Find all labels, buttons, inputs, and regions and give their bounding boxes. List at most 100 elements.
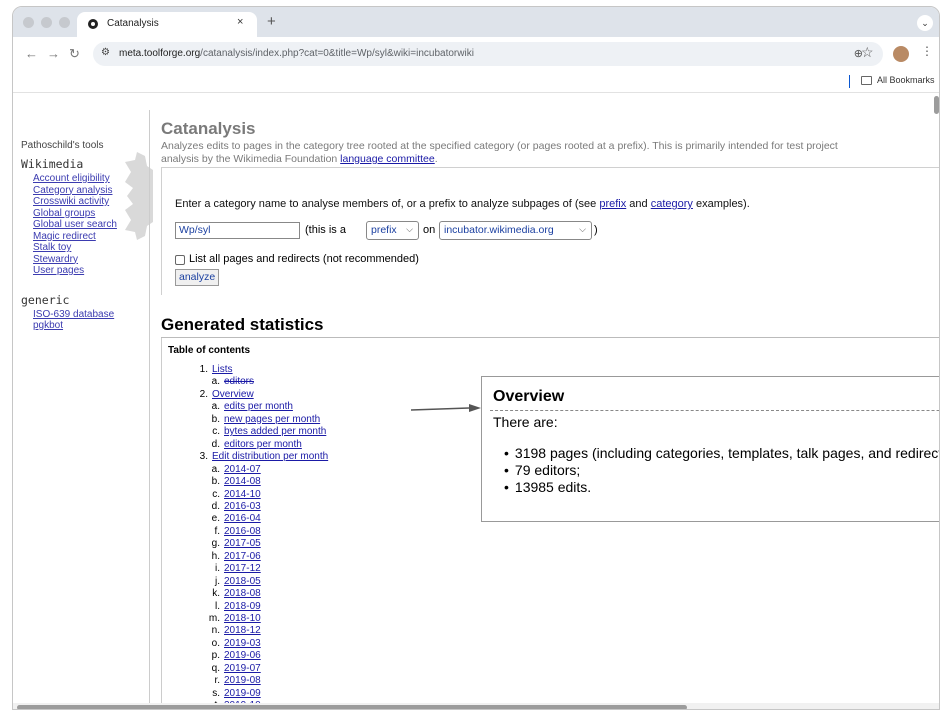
- wiki-select-value: incubator.wikimedia.org: [444, 224, 554, 236]
- toc-item: b. new pages per month: [206, 413, 321, 426]
- maximize-window-button[interactable]: [59, 17, 70, 28]
- sidebar-link-iso-639-database[interactable]: ISO-639 database: [33, 309, 141, 321]
- wiki-select[interactable]: incubator.wikimedia.org ⌵: [439, 221, 592, 240]
- sidebar: Pathoschild's tools Wikimedia Account el…: [21, 140, 141, 332]
- toc-link[interactable]: Overview: [212, 389, 254, 400]
- list-all-checkbox[interactable]: [175, 255, 185, 265]
- toc-item: j. 2018-05: [206, 576, 261, 588]
- toc-link[interactable]: Edit distribution per month: [212, 451, 328, 462]
- toc-link[interactable]: 2019-07: [224, 663, 261, 674]
- form-desc-pre: Enter a category name to analyse members…: [175, 198, 600, 210]
- toc-number: b.: [211, 413, 220, 425]
- form-desc-mid: and: [626, 198, 651, 210]
- toc-link[interactable]: 2018-10: [224, 613, 261, 624]
- forward-icon[interactable]: →: [47, 46, 60, 61]
- toc-item: f. 2016-08: [206, 526, 261, 538]
- category-input[interactable]: Wp/syl: [175, 222, 300, 239]
- toc-item: p. 2019-06: [206, 650, 261, 662]
- toc-number: e.: [211, 513, 220, 525]
- prefix-example-link[interactable]: prefix: [599, 198, 626, 210]
- on-label: on: [423, 224, 436, 236]
- toc-item: b. 2014-08: [206, 476, 261, 488]
- url-path: /catanalysis/index.php?cat=0&title=Wp/sy…: [200, 48, 474, 59]
- tab-title: Catanalysis: [107, 18, 159, 29]
- chevron-down-icon: ⌵: [579, 224, 586, 234]
- toc-item: s. 2019-09: [206, 688, 261, 700]
- toc-number: k.: [212, 588, 220, 600]
- toc-link[interactable]: 2016-03: [224, 501, 261, 512]
- horizontal-scrollbar-thumb[interactable]: [17, 705, 687, 709]
- new-tab-button[interactable]: +: [267, 13, 276, 30]
- toc-link[interactable]: 2018-08: [224, 588, 261, 599]
- category-example-link[interactable]: category: [651, 198, 693, 210]
- toc-link[interactable]: 2017-05: [224, 538, 261, 549]
- site-info-icon[interactable]: ⚙: [101, 47, 110, 58]
- toc-link[interactable]: editors per month: [224, 439, 302, 450]
- toc-link[interactable]: 2016-04: [224, 513, 261, 524]
- toc-item: h. 2017-06: [206, 551, 261, 563]
- toc-link[interactable]: 2019-09: [224, 688, 261, 699]
- back-icon[interactable]: ←: [25, 46, 38, 61]
- toc-link[interactable]: 2019-08: [224, 675, 261, 686]
- toc-link[interactable]: 2014-08: [224, 476, 261, 487]
- toc-link[interactable]: 2018-05: [224, 576, 261, 587]
- toc-number: o.: [211, 637, 220, 649]
- toc-link[interactable]: bytes added per month: [224, 426, 326, 437]
- toc-link[interactable]: editors: [224, 376, 254, 387]
- sidebar-link-pgkbot[interactable]: pgkbot: [33, 320, 141, 332]
- table-of-contents: Table of contents 1. Lists a. editors 2. Over…: [161, 338, 341, 709]
- vertical-scrollbar[interactable]: [934, 96, 939, 114]
- toc-item: d. 2016-03: [206, 501, 261, 513]
- toc-item: m. 2018-10: [206, 613, 261, 625]
- toc-link[interactable]: 2014-10: [224, 489, 261, 500]
- sidebar-link-stewardry[interactable]: Stewardry: [33, 254, 141, 266]
- tab-search-chevron-icon[interactable]: ⌄: [917, 15, 933, 31]
- toc-number: c.: [212, 426, 220, 438]
- language-committee-link[interactable]: language committee: [340, 153, 435, 165]
- toc-link[interactable]: Lists: [212, 364, 233, 375]
- toc-item: d. editors per month: [206, 439, 302, 451]
- sidebar-link-stalk-toy[interactable]: Stalk toy: [33, 242, 141, 254]
- address-bar[interactable]: ⚙ meta.toolforge.org/catanalysis/index.p…: [93, 42, 883, 66]
- minimize-window-button[interactable]: [41, 17, 52, 28]
- chevron-down-icon: ⌵: [406, 224, 413, 234]
- toc-title: Table of contents: [168, 345, 251, 356]
- analyze-button[interactable]: analyze: [175, 269, 220, 286]
- close-window-button[interactable]: [23, 17, 34, 28]
- kebab-menu-icon[interactable]: ⋮: [921, 44, 933, 58]
- toc-item: l. 2018-09: [206, 601, 261, 613]
- browser-toolbar: ← → ↻ ⚙ meta.toolforge.org/catanalysis/i…: [13, 37, 939, 71]
- profile-avatar[interactable]: [893, 46, 909, 62]
- horizontal-scrollbar[interactable]: [13, 703, 939, 709]
- browser-window: Catanalysis × + ⌄ ← → ↻ ⚙ meta.toolforge…: [12, 6, 940, 710]
- toc-item: r. 2019-08: [206, 675, 261, 687]
- type-select[interactable]: prefix ⌵: [366, 221, 419, 240]
- toc-number: h.: [211, 550, 220, 562]
- toc-link[interactable]: new pages per month: [224, 414, 320, 425]
- overview-title: Overview: [493, 388, 565, 405]
- toc-link[interactable]: 2018-09: [224, 601, 261, 612]
- sidebar-link-user-pages[interactable]: User pages: [33, 265, 141, 277]
- star-icon[interactable]: ☆: [861, 44, 874, 61]
- browser-tab[interactable]: Catanalysis ×: [77, 12, 257, 37]
- all-bookmarks-link[interactable]: All Bookmarks: [877, 75, 935, 85]
- toc-link[interactable]: 2018-12: [224, 625, 261, 636]
- toc-link[interactable]: edits per month: [224, 401, 293, 412]
- toc-item: n. 2018-12: [206, 625, 261, 637]
- toc-link[interactable]: 2019-06: [224, 650, 261, 661]
- toc-link[interactable]: 2017-06: [224, 551, 261, 562]
- reload-icon[interactable]: ↻: [69, 46, 80, 62]
- toc-link[interactable]: 2014-07: [224, 464, 261, 475]
- url-text: meta.toolforge.org/catanalysis/index.php…: [119, 48, 474, 59]
- folder-icon[interactable]: [861, 76, 872, 85]
- close-paren: ): [594, 224, 598, 236]
- toc-link[interactable]: 2019-03: [224, 638, 261, 649]
- toc-link[interactable]: 2016-08: [224, 526, 261, 537]
- toc-number: p.: [211, 650, 220, 662]
- toc-number: 2.: [199, 388, 208, 400]
- sidebar-divider: [149, 110, 150, 709]
- intro-body: Analyzes edits to pages in the category …: [161, 140, 838, 165]
- form-desc-post: examples).: [692, 198, 750, 210]
- close-tab-icon[interactable]: ×: [237, 16, 243, 28]
- toc-link[interactable]: 2017-12: [224, 563, 261, 574]
